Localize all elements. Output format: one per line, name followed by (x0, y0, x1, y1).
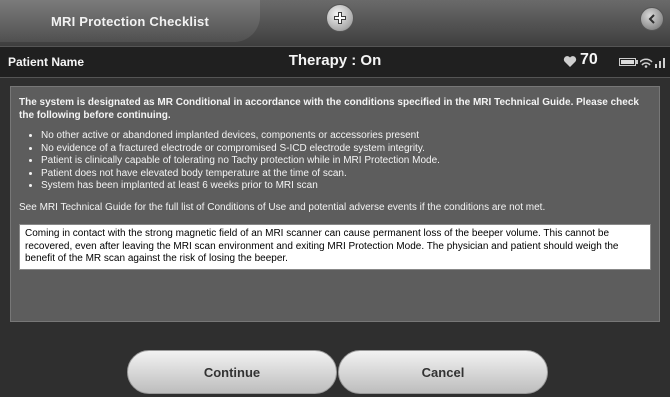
status-bar: Patient Name Therapy : On 70 (0, 46, 670, 78)
back-arrow-icon[interactable] (640, 7, 664, 31)
intro-text: The system is designated as MR Condition… (19, 97, 639, 121)
guide-reference: See MRI Technical Guide for the full lis… (19, 201, 546, 213)
title-bar: MRI Protection Checklist (0, 0, 670, 47)
conditions-list: No other active or abandoned implanted d… (19, 130, 651, 193)
signal-icon (640, 58, 665, 68)
heart-icon (563, 56, 577, 67)
continue-button[interactable]: Continue (127, 350, 337, 394)
battery-icon (619, 58, 638, 66)
plus-badge-icon[interactable] (326, 4, 354, 32)
cancel-button[interactable]: Cancel (338, 350, 548, 394)
condition-item: No evidence of a fractured electrode or … (41, 143, 651, 156)
heart-rate: 70 (580, 51, 598, 68)
screen-title: MRI Protection Checklist (0, 0, 260, 42)
condition-item: Patient does not have elevated body temp… (41, 168, 651, 181)
beeper-warning: Coming in contact with the strong magnet… (19, 224, 651, 270)
screen: MRI Protection Checklist Patient Name Th… (0, 0, 670, 397)
condition-item: Patient is clinically capable of tolerat… (41, 155, 651, 168)
checklist-panel: The system is designated as MR Condition… (10, 86, 660, 322)
condition-item: No other active or abandoned implanted d… (41, 130, 651, 143)
condition-item: System has been implanted at least 6 wee… (41, 180, 651, 193)
